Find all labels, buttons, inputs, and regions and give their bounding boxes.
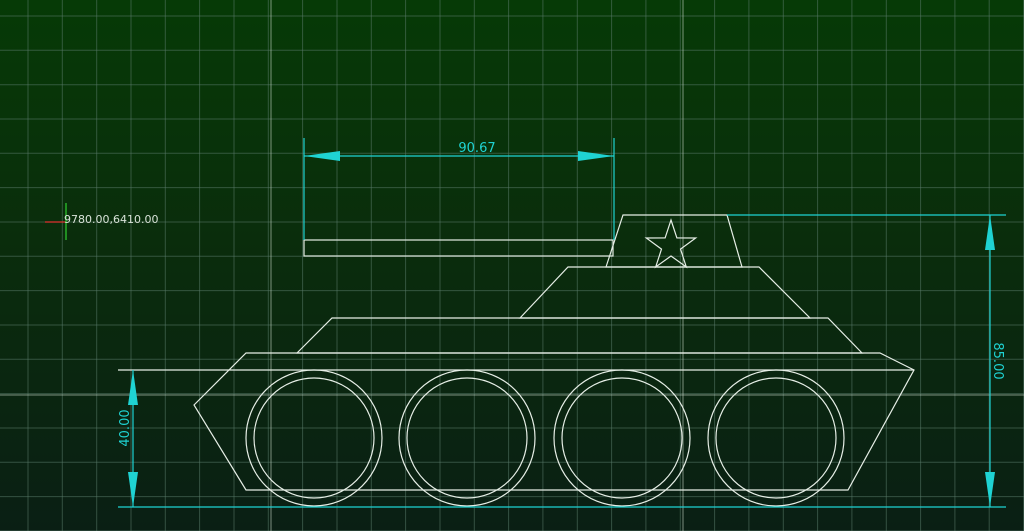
road-wheel-3[interactable] [553, 369, 691, 507]
star-icon[interactable] [644, 218, 698, 269]
crosshair-cursor-icon [45, 203, 67, 240]
dimension-label-total-height: 85.00 [990, 342, 1005, 379]
coordinate-readout: 9780.00,6410.00 [64, 213, 158, 226]
background-grid [0, 0, 1024, 531]
arrowhead-top [128, 370, 138, 405]
drawing-surface[interactable]: 90.67 85.00 40.00 9780.00,6410.00 [0, 0, 1024, 531]
road-wheel-4[interactable] [707, 369, 845, 507]
cad-canvas[interactable]: 90.67 85.00 40.00 9780.00,6410.00 [0, 0, 1024, 531]
tank-hull[interactable] [193, 352, 915, 491]
arrowhead-bottom [985, 472, 995, 507]
arrowhead-left [304, 151, 340, 161]
arrowhead-top [985, 215, 995, 250]
upper-deck[interactable] [295, 317, 864, 354]
road-wheel-2[interactable] [398, 369, 536, 507]
gun-barrel[interactable] [303, 239, 614, 257]
turret[interactable] [605, 214, 743, 268]
origin-axes [0, 0, 1024, 531]
dimension-label-wheel-height: 40.00 [118, 409, 133, 446]
road-wheel-1[interactable] [245, 369, 383, 507]
dimension-label-gun-length: 90.67 [458, 141, 495, 156]
turret-base[interactable] [518, 266, 812, 319]
dimension-wheel-height[interactable]: 40.00 [118, 370, 138, 507]
arrowhead-bottom [128, 472, 138, 507]
arrowhead-right [578, 151, 614, 161]
